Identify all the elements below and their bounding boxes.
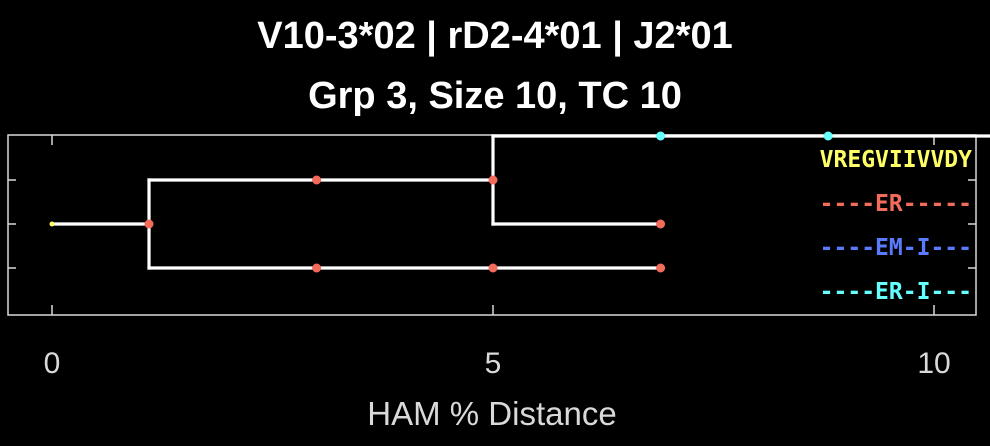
sequence-label: ----ER-----: [820, 191, 972, 217]
sequence-label: VREGVIIVVDY: [820, 147, 972, 173]
x-tick-label: 5: [485, 347, 502, 380]
sequence-label: ----ER-I---: [820, 279, 972, 305]
tree-node: [312, 263, 322, 273]
tree-node: [312, 175, 322, 185]
x-axis-label: HAM % Distance: [367, 395, 616, 432]
tree-node: [656, 219, 666, 229]
tree-node: [656, 263, 666, 273]
tree-node: [488, 175, 498, 185]
sequence-legend: VREGVIIVVDY ----ER----- ----EM-I--- ----ER-…: [820, 147, 972, 305]
tree-node: [656, 131, 666, 141]
sequence-label: ----EM-I---: [820, 235, 972, 261]
x-tick-label: 0: [44, 347, 61, 380]
tree-node: [823, 131, 833, 141]
x-tick-label: 10: [917, 347, 950, 380]
tree-node: [49, 221, 55, 227]
tree-node: [144, 219, 154, 229]
tree-node: [488, 263, 498, 273]
dendrogram-chart: 05101520 VREGVIIVVDY----ER---------EM-I-…: [7, 131, 990, 432]
